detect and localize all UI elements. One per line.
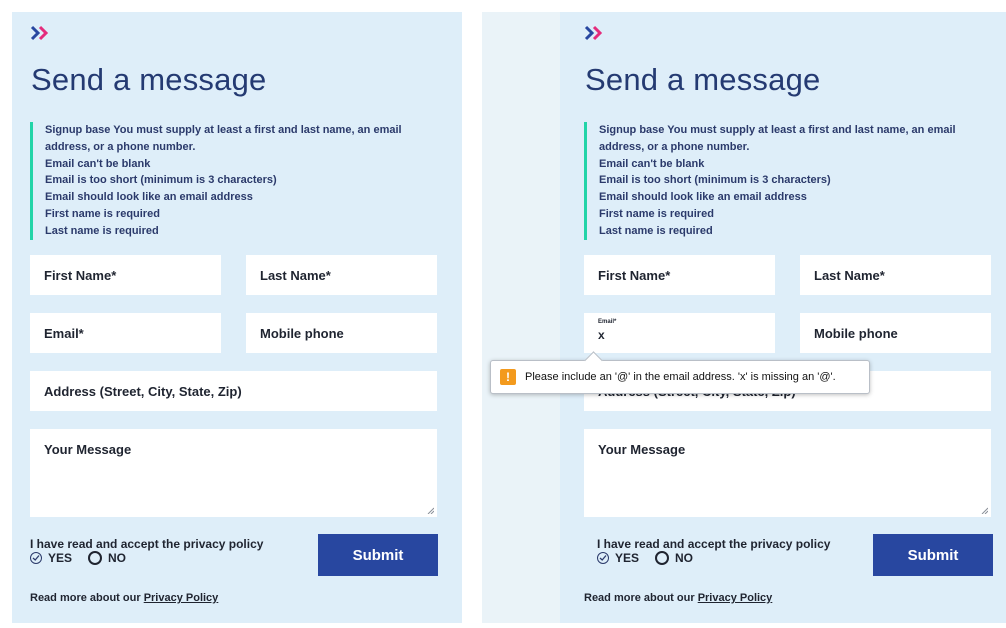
mobile-phone-field[interactable]: Mobile phone [800, 313, 991, 353]
yes-radio[interactable] [30, 552, 42, 564]
submit-button[interactable]: Submit [318, 534, 438, 576]
last-name-placeholder: Last Name* [814, 267, 885, 283]
error-list: Signup base You must supply at least a f… [30, 122, 435, 240]
error-item: Email can't be blank [599, 157, 705, 170]
message-placeholder: Your Message [44, 442, 132, 457]
no-label: NO [108, 551, 127, 565]
email-field[interactable]: Email* x [584, 313, 775, 353]
privacy-question: I have read and accept the privacy polic… [597, 537, 831, 551]
read-more-text: Read more about our [584, 592, 695, 604]
error-item: Email is too short (minimum is 3 charact… [599, 174, 831, 187]
first-name-field[interactable]: First Name* [30, 255, 221, 295]
privacy-note: Read more about our Privacy Policy [584, 592, 772, 604]
error-item: Signup base You must supply at least a f… [599, 124, 956, 136]
error-item: address, or a phone number. [45, 140, 196, 153]
privacy-question: I have read and accept the privacy polic… [30, 537, 264, 551]
error-item: Signup base You must supply at least a f… [45, 124, 402, 136]
error-list: Signup base You must supply at least a f… [584, 122, 989, 240]
yes-label: YES [615, 551, 640, 565]
privacy-policy-link[interactable]: Privacy Policy [698, 592, 773, 604]
error-item: Email is too short (minimum is 3 charact… [45, 174, 277, 187]
no-radio[interactable] [655, 551, 670, 565]
privacy-radio-group: YES NO [30, 551, 126, 565]
error-item: Email can't be blank [45, 157, 151, 170]
last-name-field[interactable]: Last Name* [800, 255, 991, 295]
address-placeholder: Address (Street, City, State, Zip) [44, 383, 242, 399]
error-item: First name is required [45, 207, 160, 220]
error-item: First name is required [599, 207, 714, 220]
warning-icon: ! [500, 369, 516, 385]
checkmark-icon [32, 555, 40, 561]
mobile-phone-field[interactable]: Mobile phone [246, 313, 437, 353]
email-value: x [598, 328, 605, 342]
privacy-note: Read more about our Privacy Policy [30, 592, 218, 604]
first-name-field[interactable]: First Name* [584, 255, 775, 295]
no-radio[interactable] [88, 551, 103, 565]
browser-margin [482, 12, 560, 623]
read-more-text: Read more about our [30, 592, 141, 604]
submit-button[interactable]: Submit [873, 534, 993, 576]
mobile-phone-placeholder: Mobile phone [260, 325, 344, 341]
first-name-placeholder: First Name* [44, 267, 117, 283]
email-placeholder: Email* [44, 325, 84, 341]
no-label: NO [675, 551, 694, 565]
resize-handle-icon[interactable] [427, 507, 434, 514]
yes-radio[interactable] [597, 552, 609, 564]
page-title: Send a message [585, 62, 821, 97]
first-name-placeholder: First Name* [598, 267, 671, 283]
yes-label: YES [48, 551, 73, 565]
last-name-field[interactable]: Last Name* [246, 255, 437, 295]
mobile-phone-placeholder: Mobile phone [814, 325, 898, 341]
page-title: Send a message [31, 62, 267, 97]
last-name-placeholder: Last Name* [260, 267, 331, 283]
email-floating-label: Email* [598, 319, 617, 325]
message-placeholder: Your Message [598, 442, 686, 457]
checkmark-icon [599, 555, 607, 561]
tooltip-message: Please include an '@' in the email addre… [525, 371, 836, 383]
resize-handle-icon[interactable] [981, 507, 988, 514]
address-field[interactable]: Address (Street, City, State, Zip) [30, 371, 437, 411]
double-chevron-logo-icon [30, 25, 49, 41]
double-chevron-logo-icon [584, 25, 603, 41]
error-item: Email should look like an email address [45, 191, 253, 204]
message-textarea[interactable]: Your Message [584, 429, 991, 517]
message-textarea[interactable]: Your Message [30, 429, 437, 517]
validation-tooltip: ! Please include an '@' in the email add… [490, 351, 870, 394]
privacy-radio-group: YES NO [597, 551, 693, 565]
error-item: address, or a phone number. [599, 140, 750, 153]
email-field[interactable]: Email* [30, 313, 221, 353]
error-item: Last name is required [45, 224, 159, 237]
privacy-policy-link[interactable]: Privacy Policy [144, 592, 219, 604]
error-item: Last name is required [599, 224, 713, 237]
error-item: Email should look like an email address [599, 191, 807, 204]
